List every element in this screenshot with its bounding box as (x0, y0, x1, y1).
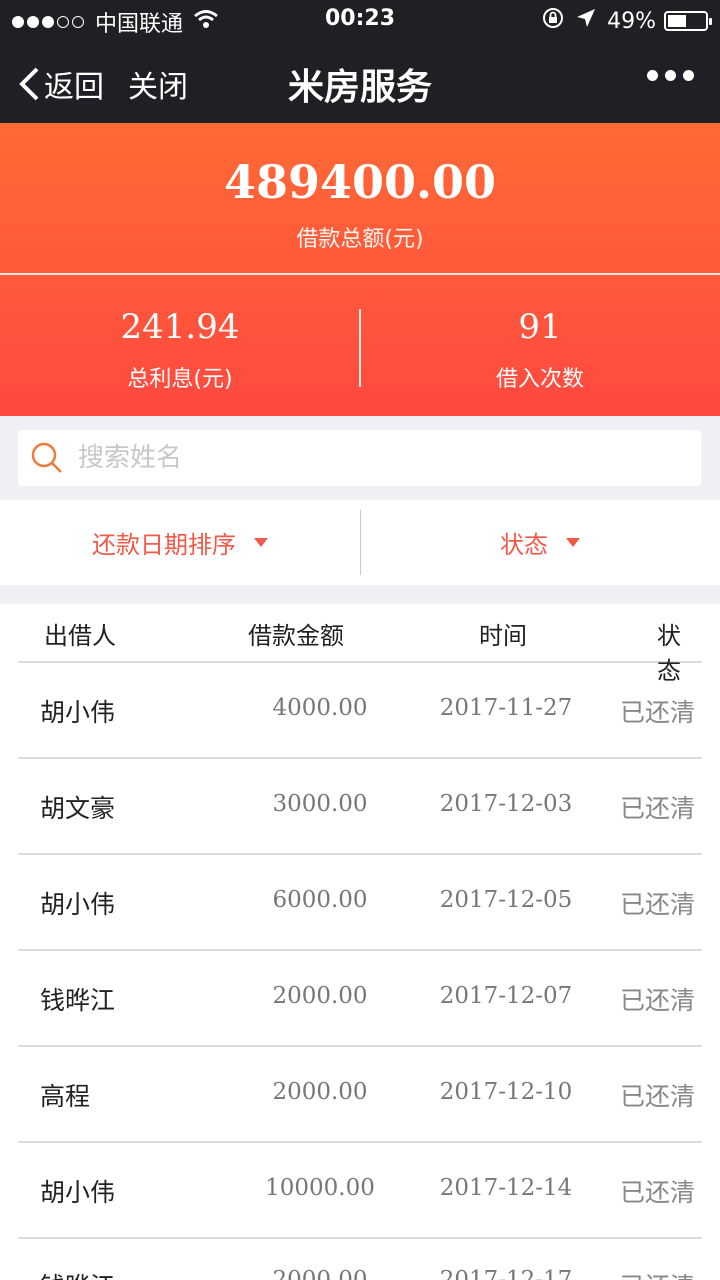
loan-table: 出借人 借款金额 时间 状态 胡小伟 4000.00 2017-11-27 已还清 胡文… (0, 604, 720, 1280)
page-title: 米房服务 (287, 67, 432, 108)
rotation-lock-icon (541, 6, 565, 36)
loan-amount: 6000.00 (272, 887, 368, 913)
loan-amount: 2000.00 (272, 983, 368, 1009)
lender-name: 胡小伟 (40, 698, 116, 727)
loan-date: 2017-12-07 (439, 983, 573, 1009)
loan-date: 2017-12-17 (439, 1267, 573, 1280)
loan-amount: 2000.00 (272, 1267, 368, 1280)
lender-name: 高程 (40, 1082, 91, 1111)
status-filter-dropdown[interactable]: 状态 (360, 500, 720, 585)
table-row[interactable]: 胡小伟 6000.00 2017-12-05 已还清 (18, 855, 702, 951)
lender-name: 胡小伟 (40, 890, 116, 919)
loan-amount: 4000.00 (272, 695, 368, 721)
more-options-icon[interactable] (640, 70, 694, 81)
repay-status: 已还清 (620, 1178, 696, 1207)
interest-value: 241.94 (120, 307, 240, 347)
status-dropdown-label: 状态 (500, 531, 548, 559)
total-loan-label: 借款总额(元) (296, 227, 424, 252)
repay-status: 已还清 (620, 698, 696, 727)
lender-name: 胡小伟 (40, 1178, 116, 1207)
loan-date: 2017-11-27 (439, 695, 573, 721)
navigation-bar: 返回 关闭 米房服务 (0, 40, 720, 123)
battery-percent: 49% (607, 8, 656, 34)
location-arrow-icon (575, 7, 597, 35)
search-section (0, 416, 720, 500)
top-bar: 中国联通 00:23 49% 返回 关闭 米房服务 (0, 0, 720, 123)
loan-amount: 2000.00 (272, 1079, 368, 1105)
total-loan-block: 489400.00 借款总额(元) (0, 123, 720, 275)
lender-name: 钱晔江 (40, 986, 116, 1015)
borrow-count-value: 91 (518, 307, 562, 347)
repay-status: 已还清 (620, 1267, 720, 1280)
filter-bar: 还款日期排序 状态 (0, 500, 720, 585)
loan-date: 2017-12-05 (439, 887, 573, 913)
sort-by-repay-date-dropdown[interactable]: 还款日期排序 (0, 500, 360, 585)
table-row[interactable]: 胡小伟 10000.00 2017-12-14 已还清 (18, 1143, 702, 1239)
sort-dropdown-label: 还款日期排序 (92, 531, 236, 559)
table-row[interactable]: 钱晔江 2000.00 2017-12-07 已还清 (18, 951, 702, 1047)
filter-divider (360, 510, 361, 575)
search-input[interactable] (78, 443, 658, 473)
column-amount: 借款金额 (248, 622, 344, 650)
stats-row: 241.94 总利息(元) 91 借入次数 (0, 277, 720, 416)
table-row[interactable]: 胡文豪 3000.00 2017-12-03 已还清 (18, 759, 702, 855)
repay-status: 已还清 (620, 794, 696, 823)
borrow-count-label: 借入次数 (495, 367, 584, 392)
loan-date: 2017-12-10 (439, 1079, 573, 1105)
battery-icon (664, 11, 712, 31)
loan-date: 2017-12-03 (439, 791, 573, 817)
loan-date: 2017-12-14 (439, 1175, 573, 1201)
repay-status: 已还清 (620, 1082, 696, 1111)
caret-down-icon (254, 538, 268, 547)
search-box[interactable] (18, 430, 701, 486)
borrow-count-stat: 91 借入次数 (360, 277, 720, 416)
search-icon (31, 442, 62, 473)
caret-down-icon (566, 538, 580, 547)
lender-name: 钱晔江 (40, 1267, 115, 1280)
lender-name: 胡文豪 (40, 794, 116, 823)
table-header: 出借人 借款金额 时间 状态 (18, 604, 702, 685)
loan-amount: 10000.00 (265, 1175, 375, 1201)
column-lender: 出借人 (44, 622, 116, 650)
repay-status: 已还清 (620, 986, 696, 1015)
loan-amount: 3000.00 (272, 791, 368, 817)
repay-status: 已还清 (620, 890, 696, 919)
interest-label: 总利息(元) (127, 367, 233, 392)
table-row[interactable]: 高程 2000.00 2017-12-10 已还清 (18, 1047, 702, 1143)
table-row[interactable]: 钱晔江2000.002017-12-17已还清 (18, 1239, 702, 1280)
total-loan-value: 489400.00 (223, 155, 497, 209)
table-row[interactable]: 胡小伟 4000.00 2017-11-27 已还清 (18, 663, 702, 759)
interest-stat: 241.94 总利息(元) (0, 277, 360, 416)
column-time: 时间 (479, 622, 527, 650)
loan-summary: 489400.00 借款总额(元) 241.94 总利息(元) 91 借入次数 (0, 123, 720, 416)
status-bar: 中国联通 00:23 49% (0, 0, 720, 40)
stats-divider (359, 309, 361, 387)
